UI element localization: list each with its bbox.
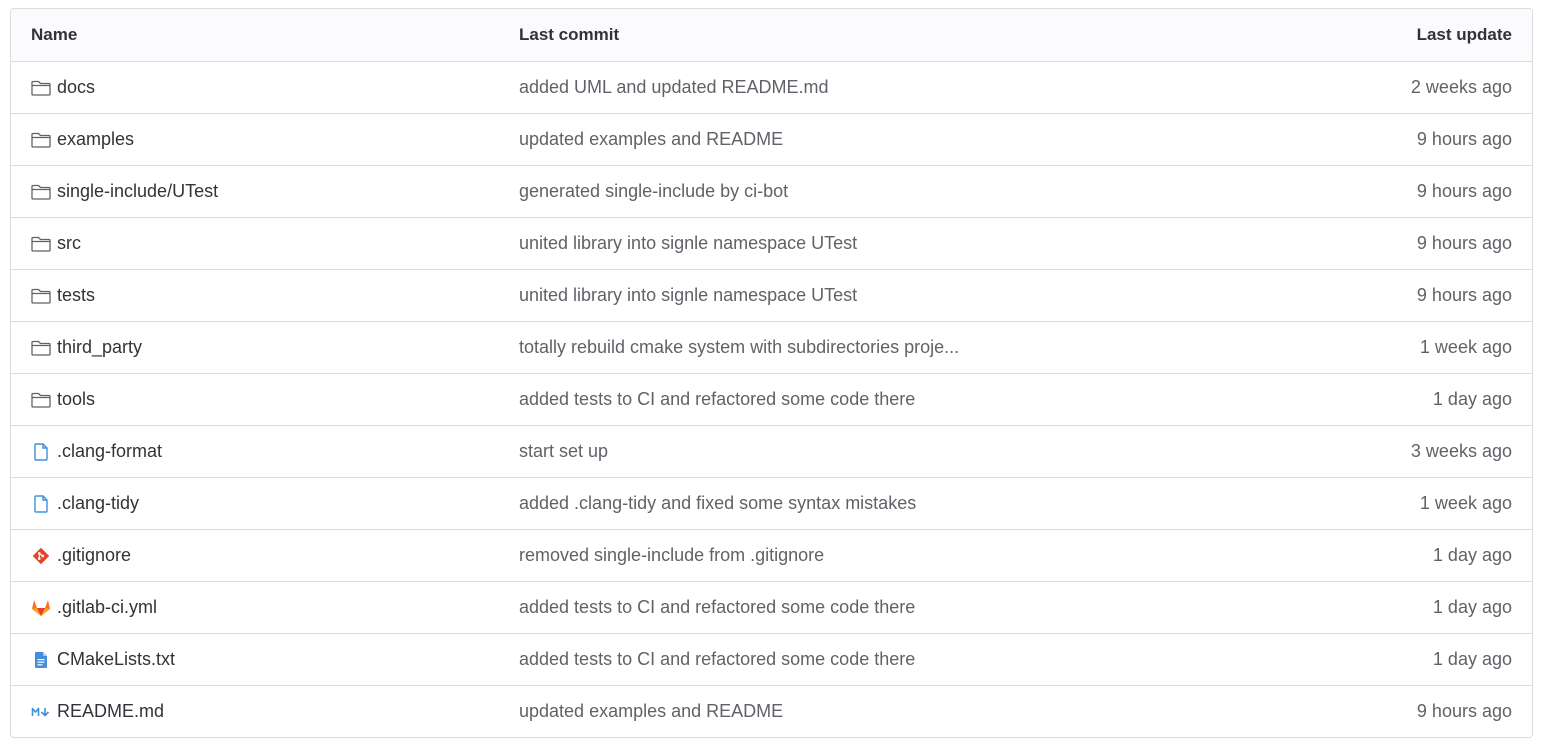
table-row[interactable]: src united library into signle namespace … (11, 217, 1532, 269)
folder-icon (31, 182, 51, 202)
commit-message-link[interactable]: removed single-include from .gitignore (519, 545, 824, 565)
last-update-time: 3 weeks ago (1410, 441, 1512, 461)
file-name-link[interactable]: third_party (57, 337, 142, 358)
commit-message-link[interactable]: added tests to CI and refactored some co… (519, 389, 915, 409)
folder-icon (31, 78, 51, 98)
table-row[interactable]: .clang-format start set up 3 weeks ago (11, 425, 1532, 477)
folder-icon (31, 390, 51, 410)
file-name-link[interactable]: .gitignore (57, 545, 131, 566)
commit-message-link[interactable]: added UML and updated README.md (519, 77, 829, 97)
file-name-link[interactable]: tools (57, 389, 95, 410)
file-name-link[interactable]: .clang-tidy (57, 493, 139, 514)
last-update-time: 1 day ago (1432, 389, 1512, 409)
table-body: docs added UML and updated README.md 2 wee… (11, 61, 1532, 737)
last-update-time: 9 hours ago (1416, 285, 1512, 305)
last-update-time: 1 week ago (1419, 337, 1512, 357)
text-file-icon (31, 650, 51, 670)
commit-message-link[interactable]: united library into signle namespace UTe… (519, 285, 857, 305)
table-row[interactable]: examples updated examples and README 9 hou… (11, 113, 1532, 165)
table-row[interactable]: docs added UML and updated README.md 2 wee… (11, 61, 1532, 113)
file-name-link[interactable]: tests (57, 285, 95, 306)
table-row[interactable]: README.md updated examples and README 9 ho… (11, 685, 1532, 737)
last-update-time: 1 day ago (1432, 649, 1512, 669)
file-name-link[interactable]: README.md (57, 701, 164, 722)
last-update-time: 9 hours ago (1416, 701, 1512, 721)
markdown-icon (31, 702, 51, 722)
table-header: Name Last commit Last update (11, 9, 1532, 61)
file-name-link[interactable]: .clang-format (57, 441, 162, 462)
table-row[interactable]: .gitignore removed single-include from .g… (11, 529, 1532, 581)
file-icon (31, 494, 51, 514)
header-name: Name (31, 25, 78, 44)
gitlab-icon (31, 598, 51, 618)
commit-message-link[interactable]: updated examples and README (519, 129, 783, 149)
folder-icon (31, 234, 51, 254)
commit-message-link[interactable]: updated examples and README (519, 701, 783, 721)
file-tree-table: Name Last commit Last update docs added U… (10, 8, 1533, 738)
last-update-time: 1 day ago (1432, 597, 1512, 617)
table-row[interactable]: .clang-tidy added .clang-tidy and fixed s… (11, 477, 1532, 529)
folder-icon (31, 338, 51, 358)
file-name-link[interactable]: src (57, 233, 81, 254)
header-last-update: Last update (1416, 25, 1512, 44)
last-update-time: 9 hours ago (1416, 181, 1512, 201)
file-name-link[interactable]: examples (57, 129, 134, 150)
last-update-time: 2 weeks ago (1410, 77, 1512, 97)
last-update-time: 9 hours ago (1416, 233, 1512, 253)
commit-message-link[interactable]: united library into signle namespace UTe… (519, 233, 857, 253)
commit-message-link[interactable]: generated single-include by ci-bot (519, 181, 788, 201)
file-name-link[interactable]: CMakeLists.txt (57, 649, 175, 670)
commit-message-link[interactable]: added tests to CI and refactored some co… (519, 649, 915, 669)
commit-message-link[interactable]: added tests to CI and refactored some co… (519, 597, 915, 617)
commit-message-link[interactable]: start set up (519, 441, 608, 461)
last-update-time: 1 week ago (1419, 493, 1512, 513)
folder-icon (31, 130, 51, 150)
last-update-time: 9 hours ago (1416, 129, 1512, 149)
table-row[interactable]: single-include/UTest generated single-inc… (11, 165, 1532, 217)
commit-message-link[interactable]: added .clang-tidy and fixed some syntax … (519, 493, 916, 513)
last-update-time: 1 day ago (1432, 545, 1512, 565)
file-icon (31, 442, 51, 462)
table-row[interactable]: tools added tests to CI and refactored so… (11, 373, 1532, 425)
table-row[interactable]: .gitlab-ci.yml added tests to CI and refa… (11, 581, 1532, 633)
table-row[interactable]: CMakeLists.txt added tests to CI and refa… (11, 633, 1532, 685)
git-icon (31, 546, 51, 566)
table-row[interactable]: tests united library into signle namespac… (11, 269, 1532, 321)
file-name-link[interactable]: single-include/UTest (57, 181, 218, 202)
file-name-link[interactable]: docs (57, 77, 95, 98)
commit-message-link[interactable]: totally rebuild cmake system with subdir… (519, 337, 959, 357)
file-name-link[interactable]: .gitlab-ci.yml (57, 597, 157, 618)
header-last-commit: Last commit (519, 25, 620, 44)
folder-icon (31, 286, 51, 306)
table-row[interactable]: third_party totally rebuild cmake system … (11, 321, 1532, 373)
